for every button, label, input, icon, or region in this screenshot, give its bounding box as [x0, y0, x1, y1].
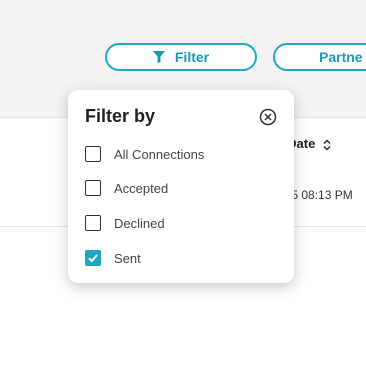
filter-option-label: All Connections [114, 146, 205, 162]
funnel-icon [152, 51, 165, 63]
checkbox[interactable] [85, 180, 101, 196]
filter-option-label: Sent [114, 250, 141, 266]
filter-option-label: Declined [114, 215, 165, 231]
checkbox[interactable] [85, 146, 101, 162]
checkbox-checked[interactable] [85, 250, 101, 266]
filter-option-accepted[interactable]: Accepted [85, 178, 168, 198]
close-icon[interactable] [258, 107, 278, 127]
check-icon [88, 254, 98, 263]
sort-icon [323, 139, 331, 151]
partner-button-label: Partne [319, 49, 363, 65]
page: Filter Partne st Date 025 08:13 PM Filte… [0, 0, 366, 367]
filter-option-label: Accepted [114, 180, 169, 196]
popover-title: Filter by [85, 106, 156, 126]
filter-option-declined[interactable]: Declined [85, 213, 165, 233]
filter-button-label: Filter [174, 49, 210, 65]
filter-button[interactable]: Filter [105, 43, 257, 71]
checkbox[interactable] [85, 215, 101, 231]
filter-option-all-connections[interactable]: All Connections [85, 144, 204, 164]
partner-button[interactable]: Partne [273, 43, 366, 71]
filter-option-sent[interactable]: Sent [85, 248, 141, 268]
filter-popover: Filter by All Connections Accepted Decli… [68, 90, 294, 283]
